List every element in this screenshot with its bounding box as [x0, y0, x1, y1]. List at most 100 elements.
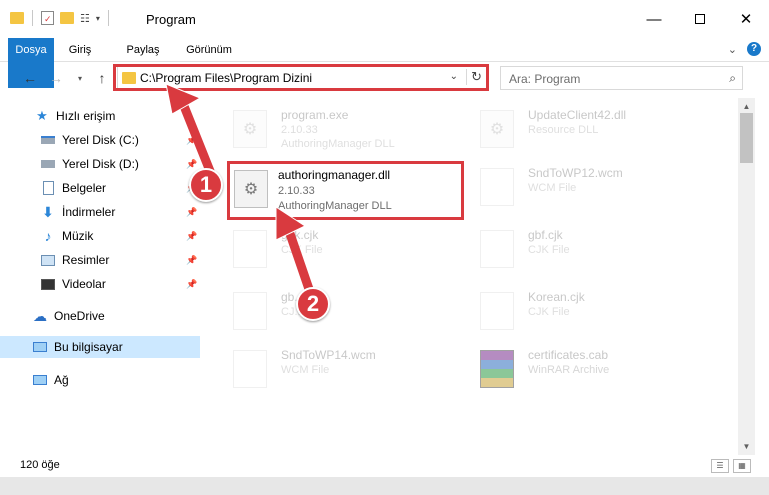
- new-folder-icon[interactable]: [60, 12, 74, 24]
- step-badge-2: 2: [296, 287, 330, 321]
- ribbon-controls: ⌄ ?: [728, 42, 761, 56]
- search-icon[interactable]: ⌕: [729, 71, 736, 86]
- sidebar-item-local-disk-c[interactable]: Yerel Disk (C:) 📌: [40, 129, 205, 151]
- pin-icon[interactable]: 📌: [186, 207, 197, 218]
- arrow-right-icon: →: [49, 70, 63, 86]
- arrow-up-icon: ↑: [98, 70, 106, 86]
- computer-icon: [32, 340, 48, 354]
- file-version: 2.10.33: [281, 124, 318, 136]
- quick-access-toolbar: ✓ ☷ ▾: [10, 10, 111, 26]
- file-name: certificates.cab: [528, 348, 609, 362]
- close-icon: ✕: [739, 11, 753, 28]
- pin-icon[interactable]: 📌: [186, 279, 197, 290]
- sidebar-item-documents[interactable]: Belgeler 📌: [40, 177, 205, 199]
- video-icon: [40, 277, 56, 291]
- file-name: program.exe: [281, 108, 349, 122]
- file-item[interactable]: gb... CJ...: [233, 288, 473, 338]
- window-bottom-edge: [0, 477, 769, 495]
- sidebar-item-local-disk-d[interactable]: Yerel Disk (D:) 📌: [40, 153, 205, 175]
- step-badge-1: 1: [189, 168, 223, 202]
- dll-file-icon: ⚙: [234, 170, 268, 208]
- file-type: WCM File: [281, 364, 330, 376]
- minimize-icon: —: [646, 10, 662, 28]
- back-button[interactable]: ←: [20, 67, 40, 89]
- maximize-icon: [695, 14, 705, 24]
- file-item[interactable]: certificates.cab WinRAR Archive: [480, 346, 720, 396]
- file-item[interactable]: SndToWP12.wcm WCM File: [480, 164, 720, 214]
- file-name: Korean.cjk: [528, 290, 585, 304]
- pin-icon[interactable]: 📌: [186, 159, 197, 170]
- file-item[interactable]: Korean.cjk CJK File: [480, 288, 720, 338]
- sidebar-item-label: OneDrive: [54, 309, 105, 323]
- file-list: ⚙ program.exe 2.10.33 AuthoringManager D…: [205, 98, 738, 455]
- pin-icon[interactable]: 📌: [186, 135, 197, 146]
- vertical-scrollbar[interactable]: ▲ ▼: [738, 98, 755, 455]
- status-bar: 120 öğe ☰ ▦: [0, 455, 769, 477]
- dll-file-icon: ⚙: [480, 110, 514, 148]
- sidebar-item-label: Videolar: [62, 277, 106, 291]
- sidebar-item-quick-access[interactable]: ★ Hızlı erişim: [34, 105, 204, 127]
- file-type: CJK File: [528, 244, 570, 256]
- file-name: authoringmanager.dll: [278, 168, 391, 182]
- file-name: SndToWP12.wcm: [528, 166, 623, 180]
- pin-icon[interactable]: 📌: [186, 255, 197, 266]
- window-title: Program: [146, 12, 196, 27]
- tab-share[interactable]: Paylaş: [120, 38, 166, 62]
- sidebar-item-label: Bu bilgisayar: [54, 340, 123, 354]
- recent-locations-button[interactable]: ▾: [70, 67, 90, 89]
- sidebar-item-label: Ağ: [54, 373, 69, 387]
- file-icon: [480, 230, 514, 268]
- arrow-left-icon: ←: [23, 70, 37, 86]
- search-box[interactable]: Ara: Program ⌕: [500, 66, 743, 90]
- scroll-thumb[interactable]: [740, 113, 753, 163]
- sidebar-item-music[interactable]: ♪ Müzik 📌: [40, 225, 205, 247]
- file-version: 2.10.33: [278, 185, 315, 197]
- up-button[interactable]: ↑: [92, 67, 112, 89]
- close-button[interactable]: ✕: [723, 0, 769, 38]
- file-item-authoringmanager-dll[interactable]: ⚙ authoringmanager.dll 2.10.33 Authoring…: [227, 161, 464, 220]
- sidebar-item-videos[interactable]: Videolar 📌: [40, 273, 205, 295]
- tab-view[interactable]: Görünüm: [180, 38, 238, 62]
- file-item[interactable]: ⚙ UpdateClient42.dll Resource DLL: [480, 106, 720, 156]
- folder-icon[interactable]: [10, 12, 24, 24]
- pictures-icon: [40, 253, 56, 267]
- executable-file-icon: ⚙: [233, 110, 267, 148]
- star-icon: ★: [36, 108, 48, 123]
- file-type: CJK File: [528, 306, 570, 318]
- sidebar-item-network[interactable]: Ağ: [32, 369, 202, 391]
- help-icon[interactable]: ?: [747, 42, 761, 56]
- file-name: SndToWP14.wcm: [281, 348, 376, 362]
- pin-icon[interactable]: 📌: [186, 231, 197, 242]
- tab-home[interactable]: Giriş: [60, 38, 100, 62]
- view-options-icon[interactable]: ☷: [80, 12, 90, 25]
- large-icons-view-icon[interactable]: ▦: [733, 459, 751, 473]
- file-type: WCM File: [528, 182, 577, 194]
- sidebar-item-label: Belgeler: [62, 181, 107, 195]
- maximize-button[interactable]: [677, 0, 723, 38]
- toolbar-divider: [32, 10, 33, 26]
- sidebar-item-pictures[interactable]: Resimler 📌: [40, 249, 205, 271]
- music-icon: ♪: [44, 228, 52, 244]
- scroll-down-icon[interactable]: ▼: [738, 438, 755, 455]
- sidebar-item-this-pc[interactable]: Bu bilgisayar: [0, 336, 200, 358]
- sidebar-item-downloads[interactable]: ⬇ İndirmeler 📌: [40, 201, 205, 223]
- file-icon: [233, 230, 267, 268]
- chevron-down-icon[interactable]: ⌄: [728, 43, 737, 56]
- file-item[interactable]: ⚙ program.exe 2.10.33 AuthoringManager D…: [233, 106, 473, 156]
- file-type: WinRAR Archive: [528, 364, 610, 376]
- details-view-icon[interactable]: ☰: [711, 459, 729, 473]
- forward-button[interactable]: →: [46, 67, 66, 89]
- minimize-button[interactable]: —: [631, 0, 677, 38]
- network-icon: [32, 373, 48, 387]
- sidebar-item-label: İndirmeler: [62, 205, 116, 219]
- sidebar-item-label: Yerel Disk (D:): [62, 157, 139, 171]
- file-item[interactable]: gbk.cjk CJK File: [233, 226, 473, 276]
- toolbar-divider: [107, 10, 109, 26]
- chevron-down-icon[interactable]: ▾: [96, 14, 100, 23]
- sidebar-item-onedrive[interactable]: ☁ OneDrive: [32, 305, 202, 327]
- cloud-icon: ☁: [33, 307, 47, 324]
- file-item[interactable]: SndToWP14.wcm WCM File: [233, 346, 473, 396]
- properties-icon[interactable]: ✓: [41, 11, 54, 25]
- sidebar-item-label: Müzik: [62, 229, 94, 243]
- file-item[interactable]: gbf.cjk CJK File: [480, 226, 720, 276]
